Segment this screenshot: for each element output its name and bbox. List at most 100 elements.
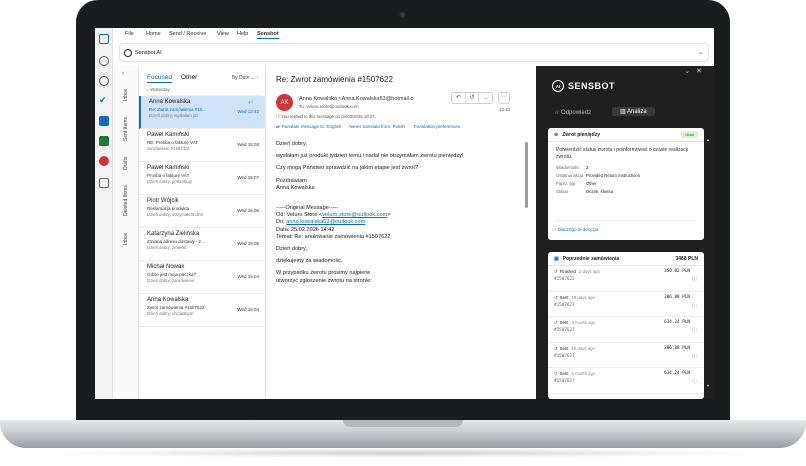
expand-chevron-icon[interactable]: ›: [122, 71, 124, 77]
orig-to-email[interactable]: anna.kowalska63@outlook.com: [286, 219, 365, 225]
more-options-icon[interactable]: ···: [498, 92, 510, 104]
folder-inbox[interactable]: Inbox: [117, 82, 135, 108]
body-paragraph: dziękujemy za wiadomość.: [276, 258, 343, 265]
detail-value: Oczek. klienta: [586, 189, 613, 194]
avatar[interactable]: AK: [276, 94, 293, 111]
excel-icon[interactable]: [99, 136, 109, 146]
collapse-chevron-icon[interactable]: ⌄: [684, 68, 696, 75]
why-decision-link[interactable]: › Dlaczego ta decyzja: [555, 220, 697, 232]
order-ago: a month ago: [571, 371, 596, 376]
info-icon[interactable]: ⓘ: [692, 353, 697, 360]
menu-file[interactable]: File: [125, 31, 134, 37]
scrollbar-thumb[interactable]: [525, 142, 528, 208]
sort-by-date[interactable]: By Date ⌄ ↑: [232, 75, 259, 81]
orig-from-email[interactable]: veluro.store@outlook.com: [322, 212, 387, 218]
why-decision-label: Dlaczego ta decyzja: [557, 227, 599, 232]
list-item[interactable]: Katarzyna Zielińska Zmiana adresu dostaw…: [139, 228, 265, 261]
order-number: #1507622: [554, 277, 575, 282]
calendar-icon[interactable]: [99, 56, 109, 66]
folder-deleted-items[interactable]: Deleted Items: [117, 178, 135, 224]
scroll-down-icon[interactable]: ▼: [706, 383, 710, 388]
body-greeting: Dzień dobry,: [276, 246, 307, 253]
menu-home[interactable]: Home: [146, 31, 161, 37]
ribbon: Sensbot AI ⌄: [119, 43, 709, 62]
mail-sender: Anna Kowalska: [149, 99, 191, 105]
list-item[interactable]: Paweł Kamiński Prośba o fakturę VAT Dzie…: [139, 162, 265, 195]
list-item[interactable]: Piotr Wójcik Reklamacja produktu Dzień d…: [139, 195, 265, 228]
people-icon[interactable]: [99, 76, 109, 86]
translate-link[interactable]: ⇄ Translate message to: English: [276, 124, 341, 130]
list-item[interactable]: Michał Nowak Gdzie jest moja paczka? Dzi…: [139, 261, 265, 294]
message-from[interactable]: Anna Kowalska <Anna.Kowalska63@hotmail.c: [299, 96, 413, 102]
tab-focused[interactable]: Focused: [147, 74, 172, 83]
folder-pane: › Inbox Sent Items Drafts Deleted Items …: [113, 66, 139, 399]
tab-analysis[interactable]: ▥ Analiza: [612, 107, 655, 116]
camera: [399, 11, 406, 18]
priority-badge: Niski: [681, 131, 698, 138]
tab-reply[interactable]: ☆ Odpowiedz: [554, 109, 591, 116]
info-icon[interactable]: ⓘ: [692, 378, 697, 385]
sensbot-logo-icon: [124, 49, 132, 57]
order-row[interactable]: Senta month ago #1507627 634.24 PLN ⓘ: [548, 317, 704, 343]
order-row[interactable]: Finished2 days ago #1507622 350.82 PLN ⓘ: [548, 266, 704, 292]
detail-value: Other: [586, 181, 597, 186]
powerpoint-icon[interactable]: [99, 156, 109, 166]
reply-icon[interactable]: ↶: [452, 93, 466, 103]
list-item[interactable]: Anna Kowalska Zwrot zamówienia #1507622 …: [139, 294, 265, 327]
mail-sender: Paweł Kamiński: [147, 165, 190, 171]
mail-subject: Zwrot zamówienia #1507622: [147, 305, 205, 310]
info-icon[interactable]: ⓘ: [692, 327, 697, 334]
list-item[interactable]: Paweł Kamiński RE: Prośba o fakturę VAT …: [139, 129, 265, 162]
detail-row: Status Oczek. klienta: [548, 188, 704, 196]
info-icon[interactable]: ⓘ: [692, 302, 697, 309]
scrollbar[interactable]: [525, 134, 528, 384]
order-status: Finished: [554, 269, 576, 274]
scroll-up-icon[interactable]: ▲: [706, 137, 710, 142]
detail-row: Wiadomości 3: [548, 164, 704, 172]
group-header[interactable]: ⌄ Yesterday: [145, 87, 260, 96]
never-translate-link[interactable]: Never translate from: Polish: [349, 124, 405, 130]
menu-help[interactable]: Help: [237, 31, 248, 37]
mail-subject: Gdzie jest moja paczka?: [147, 272, 197, 277]
folder-inbox-2[interactable]: Inbox: [117, 226, 135, 252]
mail-subject: Re: Zwrot zamówienia #15...: [149, 107, 207, 112]
detail-key: Poprz. typ: [556, 181, 576, 186]
close-icon[interactable]: ✕: [696, 68, 708, 75]
order-row[interactable]: Sent19 days ago #1507627 306.88 PLN ⓘ: [548, 292, 704, 317]
mail-icon[interactable]: [99, 34, 109, 44]
menu-sensbot[interactable]: Sensbot: [257, 31, 279, 39]
menu-send-receive[interactable]: Send / Receive: [169, 31, 206, 37]
globe-icon: ⊕: [554, 131, 559, 138]
sort-arrow-icon[interactable]: ↑: [257, 75, 260, 81]
folder-sent-items[interactable]: Sent Items: [117, 110, 135, 148]
reply-all-icon[interactable]: ↺: [466, 93, 480, 103]
apps-icon[interactable]: [99, 178, 109, 188]
message-to: To: veluro.store@outlook.com: [299, 104, 359, 109]
menu-view[interactable]: View: [217, 31, 229, 37]
order-ago: 19 days ago: [571, 345, 595, 351]
tab-other[interactable]: Other: [181, 74, 197, 81]
list-item[interactable]: Anna Kowalska Re: Zwrot zamówienia #15..…: [139, 96, 265, 129]
mail-sender: Anna Kowalska: [147, 297, 189, 303]
todo-icon[interactable]: ✔: [99, 96, 109, 106]
info-icon[interactable]: ⓘ: [692, 276, 697, 283]
mail-subject: Prośba o fakturę VAT: [147, 173, 190, 178]
detail-value: Provided Return instructions: [586, 173, 640, 178]
mail-preview: zamówienie #1507301: [147, 146, 191, 151]
order-row[interactable]: Senta month ago #1507627 634.24 PLN ⓘ: [548, 368, 704, 394]
sensbot-ai-button[interactable]: Sensbot AI: [124, 47, 162, 59]
forward-icon[interactable]: →: [479, 93, 492, 103]
translation-preferences-link[interactable]: Translation preferences: [413, 124, 460, 130]
chevron-down-icon[interactable]: ⌄: [698, 49, 703, 56]
folder-drafts[interactable]: Drafts: [117, 150, 135, 176]
word-icon[interactable]: [99, 116, 109, 126]
mail-sender: Paweł Kamiński: [147, 132, 190, 138]
body-greeting: Dzień dobry,: [276, 141, 307, 147]
sensbot-logo-mark: AI: [552, 80, 564, 92]
message-time: 13:42: [499, 107, 511, 112]
mail-date: Wed 13:42: [237, 109, 259, 114]
card-header: ▣ Poprzednie zamówienia 3488 PLN: [548, 252, 704, 266]
order-row[interactable]: Sent19 days ago #1507627 306.88 PLN ⓘ: [548, 343, 704, 368]
mail-sender: Piotr Wójcik: [147, 198, 179, 204]
message-actions: ↶ ↺ →: [451, 92, 493, 104]
